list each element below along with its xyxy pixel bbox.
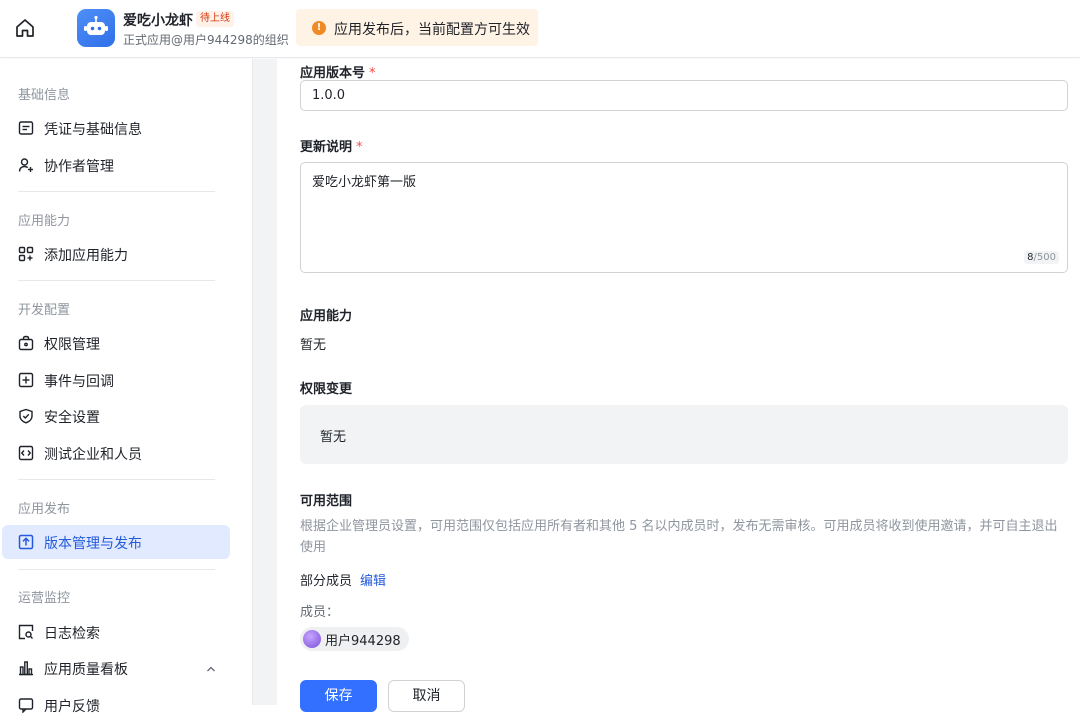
section-title-monitor: 运营监控	[18, 591, 71, 606]
bar-chart-icon	[19, 661, 33, 676]
section-title-dev: 开发配置	[18, 303, 71, 318]
scope-label: 可用范围	[300, 494, 353, 509]
sidebar-item-test-org[interactable]: 测试企业和人员	[2, 436, 230, 470]
upload-box-icon	[18, 534, 34, 550]
scope-description: 根据企业管理员设置，可用范围仅包括应用所有者和其他 5 名以内成员时，发布无需审…	[300, 519, 1058, 555]
status-badge: 待上线	[196, 11, 234, 27]
top-bar: 爱吃小龙虾 待上线 正式应用@用户944298的组织 ! 应用发布后，当前配置方…	[0, 0, 1080, 58]
avatar	[303, 630, 321, 648]
sidebar-item-version-publish[interactable]: 版本管理与发布	[2, 525, 230, 559]
chevron-up-icon[interactable]	[206, 664, 216, 674]
app-name: 爱吃小龙虾	[123, 13, 193, 29]
update-notes-text: 爱吃小龙虾第一版	[312, 175, 417, 190]
scope-row: 部分成员 编辑	[300, 570, 386, 589]
sidebar-item-events[interactable]: 事件与回调	[2, 363, 230, 397]
sidebar-item-log-search[interactable]: 日志检索	[2, 615, 230, 649]
sidebar-item-label: 日志检索	[44, 626, 100, 642]
sidebar: 基础信息 凭证与基础信息 协作者管理 应用能力 添加应用能力 开发配置 权限管理…	[0, 59, 252, 715]
version-input[interactable]: 1.0.0	[300, 80, 1068, 111]
sidebar-item-label: 事件与回调	[44, 374, 114, 390]
sidebar-item-quality-board[interactable]: 应用质量看板	[2, 651, 230, 685]
sidebar-divider	[18, 280, 215, 281]
section-title-publish: 应用发布	[18, 502, 71, 517]
org-name: 正式应用@用户944298的组织	[123, 33, 289, 47]
sidebar-divider	[18, 479, 215, 480]
publish-notice: ! 应用发布后，当前配置方可生效	[296, 9, 538, 46]
sidebar-item-label: 版本管理与发布	[44, 536, 142, 552]
edit-scope-link[interactable]: 编辑	[360, 574, 386, 589]
sidebar-divider	[18, 569, 215, 570]
sidebar-gutter	[252, 59, 277, 705]
sidebar-item-credentials[interactable]: 凭证与基础信息	[2, 111, 230, 145]
sidebar-item-label: 用户反馈	[44, 699, 100, 715]
sidebar-item-label: 安全设置	[44, 410, 100, 426]
sidebar-item-add-capability[interactable]: 添加应用能力	[2, 237, 230, 271]
notice-text: 应用发布后，当前配置方可生效	[334, 22, 530, 38]
sidebar-item-label: 权限管理	[44, 337, 100, 353]
app-logo	[77, 9, 115, 47]
sidebar-divider	[18, 191, 215, 192]
add-user-icon	[18, 158, 33, 172]
update-notes-label: 更新说明 *	[300, 140, 363, 155]
section-title-basic: 基础信息	[18, 88, 71, 103]
capability-label: 应用能力	[300, 309, 353, 324]
save-button[interactable]: 保存	[300, 680, 377, 712]
required-mark: *	[356, 140, 363, 155]
sidebar-item-collaborators[interactable]: 协作者管理	[2, 148, 230, 182]
version-label: 应用版本号 *	[300, 66, 376, 81]
members-label: 成员：	[300, 605, 340, 620]
event-icon	[18, 372, 34, 388]
required-mark: *	[369, 66, 376, 81]
sidebar-item-feedback[interactable]: 用户反馈	[2, 688, 230, 722]
sidebar-item-label: 添加应用能力	[44, 248, 128, 264]
feedback-icon	[18, 698, 34, 713]
sidebar-item-security[interactable]: 安全设置	[2, 399, 230, 433]
warning-icon: !	[312, 21, 326, 35]
log-search-icon	[18, 624, 34, 640]
permission-change-value: 暂无	[320, 430, 347, 445]
update-notes-textarea[interactable]: 爱吃小龙虾第一版 8/500	[300, 162, 1068, 273]
member-name: 用户944298	[325, 633, 401, 649]
sidebar-item-permissions[interactable]: 权限管理	[2, 326, 230, 360]
robot-icon	[84, 15, 108, 35]
section-title-capability: 应用能力	[18, 214, 71, 229]
sidebar-item-label: 协作者管理	[44, 159, 114, 175]
sidebar-item-label: 凭证与基础信息	[44, 122, 142, 138]
code-box-icon	[18, 445, 34, 461]
version-form: 应用版本号 * 1.0.0 更新说明 * 爱吃小龙虾第一版 8/500 应用能力 暂…	[278, 59, 1080, 712]
shield-icon	[19, 408, 33, 424]
scope-value: 部分成员	[300, 574, 353, 589]
cancel-button[interactable]: 取消	[388, 680, 465, 712]
grid-add-icon	[18, 246, 34, 262]
permission-change-box: 暂无	[300, 405, 1068, 464]
sidebar-item-label: 测试企业和人员	[44, 447, 142, 463]
sidebar-item-label: 应用质量看板	[44, 662, 128, 678]
credential-icon	[18, 121, 34, 135]
capability-value: 暂无	[300, 338, 327, 353]
permission-change-label: 权限变更	[300, 382, 353, 397]
member-chip[interactable]: 用户944298	[300, 627, 409, 651]
char-counter: 8/500	[1024, 251, 1059, 264]
home-icon[interactable]	[14, 17, 36, 39]
lock-box-icon	[18, 335, 34, 351]
